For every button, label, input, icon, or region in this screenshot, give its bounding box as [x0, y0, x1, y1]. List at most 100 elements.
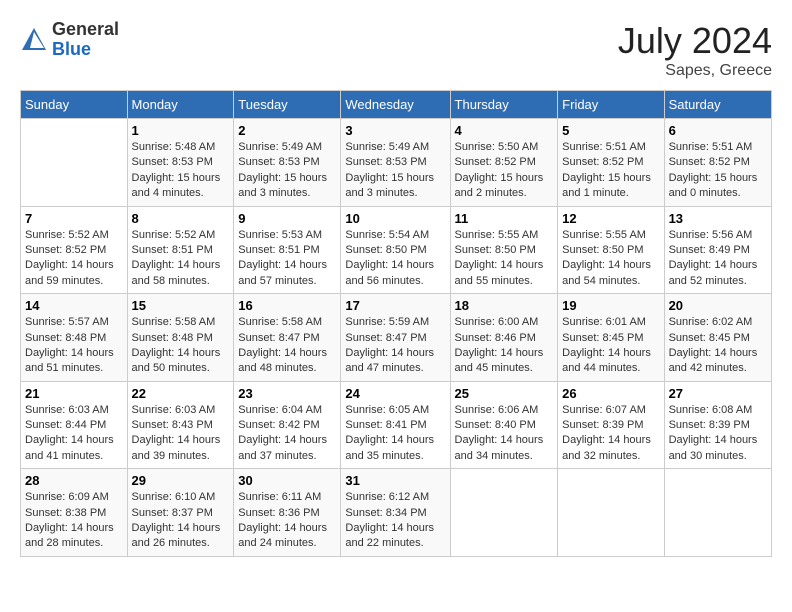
- calendar-cell: [450, 469, 558, 557]
- day-info: Sunrise: 6:08 AM Sunset: 8:39 PM Dayligh…: [669, 403, 767, 465]
- day-number: 31: [345, 473, 445, 488]
- day-info: Sunrise: 6:00 AM Sunset: 8:46 PM Dayligh…: [455, 315, 554, 377]
- daylight: Daylight: 15 hours and 3 minutes.: [345, 172, 434, 199]
- day-number: 8: [132, 211, 230, 226]
- day-info: Sunrise: 5:50 AM Sunset: 8:52 PM Dayligh…: [455, 140, 554, 202]
- sunrise: Sunrise: 5:51 AM: [562, 141, 646, 153]
- sunset: Sunset: 8:52 PM: [669, 156, 750, 168]
- day-info: Sunrise: 5:52 AM Sunset: 8:52 PM Dayligh…: [25, 228, 123, 290]
- day-number: 13: [669, 211, 767, 226]
- sunset: Sunset: 8:50 PM: [562, 244, 643, 256]
- daylight: Daylight: 15 hours and 1 minute.: [562, 172, 651, 199]
- sunset: Sunset: 8:48 PM: [132, 332, 213, 344]
- sunrise: Sunrise: 6:09 AM: [25, 491, 109, 503]
- day-info: Sunrise: 5:53 AM Sunset: 8:51 PM Dayligh…: [238, 228, 336, 290]
- day-info: Sunrise: 5:51 AM Sunset: 8:52 PM Dayligh…: [562, 140, 659, 202]
- day-number: 17: [345, 298, 445, 313]
- page-header: General Blue July 2024 Sapes, Greece: [20, 20, 772, 80]
- daylight: Daylight: 14 hours and 55 minutes.: [455, 259, 544, 286]
- calendar-cell: 8 Sunrise: 5:52 AM Sunset: 8:51 PM Dayli…: [127, 206, 234, 294]
- calendar-cell: 12 Sunrise: 5:55 AM Sunset: 8:50 PM Dayl…: [558, 206, 664, 294]
- day-info: Sunrise: 6:05 AM Sunset: 8:41 PM Dayligh…: [345, 403, 445, 465]
- calendar-cell: 22 Sunrise: 6:03 AM Sunset: 8:43 PM Dayl…: [127, 381, 234, 469]
- sunset: Sunset: 8:38 PM: [25, 507, 106, 519]
- daylight: Daylight: 14 hours and 48 minutes.: [238, 347, 327, 374]
- sunrise: Sunrise: 6:04 AM: [238, 404, 322, 416]
- sunrise: Sunrise: 5:58 AM: [132, 316, 216, 328]
- calendar-cell: 29 Sunrise: 6:10 AM Sunset: 8:37 PM Dayl…: [127, 469, 234, 557]
- sunrise: Sunrise: 5:57 AM: [25, 316, 109, 328]
- header-row: SundayMondayTuesdayWednesdayThursdayFrid…: [21, 91, 772, 119]
- day-number: 27: [669, 386, 767, 401]
- calendar-cell: 7 Sunrise: 5:52 AM Sunset: 8:52 PM Dayli…: [21, 206, 128, 294]
- daylight: Daylight: 14 hours and 35 minutes.: [345, 434, 434, 461]
- day-number: 3: [345, 123, 445, 138]
- logo-icon: [20, 26, 48, 54]
- logo-blue: Blue: [52, 40, 119, 60]
- day-info: Sunrise: 5:49 AM Sunset: 8:53 PM Dayligh…: [345, 140, 445, 202]
- sunset: Sunset: 8:52 PM: [455, 156, 536, 168]
- calendar-cell: [664, 469, 771, 557]
- calendar-cell: 3 Sunrise: 5:49 AM Sunset: 8:53 PM Dayli…: [341, 119, 450, 207]
- sunset: Sunset: 8:49 PM: [669, 244, 750, 256]
- day-info: Sunrise: 5:51 AM Sunset: 8:52 PM Dayligh…: [669, 140, 767, 202]
- sunrise: Sunrise: 5:52 AM: [25, 229, 109, 241]
- calendar-cell: 2 Sunrise: 5:49 AM Sunset: 8:53 PM Dayli…: [234, 119, 341, 207]
- sunrise: Sunrise: 6:00 AM: [455, 316, 539, 328]
- calendar-cell: 26 Sunrise: 6:07 AM Sunset: 8:39 PM Dayl…: [558, 381, 664, 469]
- daylight: Daylight: 14 hours and 34 minutes.: [455, 434, 544, 461]
- sunrise: Sunrise: 5:54 AM: [345, 229, 429, 241]
- sunset: Sunset: 8:47 PM: [238, 332, 319, 344]
- week-row-3: 14 Sunrise: 5:57 AM Sunset: 8:48 PM Dayl…: [21, 294, 772, 382]
- day-number: 1: [132, 123, 230, 138]
- day-number: 19: [562, 298, 659, 313]
- sunrise: Sunrise: 6:03 AM: [25, 404, 109, 416]
- month-year: July 2024: [618, 20, 772, 62]
- daylight: Daylight: 14 hours and 52 minutes.: [669, 259, 758, 286]
- day-info: Sunrise: 6:01 AM Sunset: 8:45 PM Dayligh…: [562, 315, 659, 377]
- daylight: Daylight: 14 hours and 28 minutes.: [25, 522, 114, 549]
- sunrise: Sunrise: 5:49 AM: [238, 141, 322, 153]
- sunset: Sunset: 8:50 PM: [345, 244, 426, 256]
- calendar-cell: 19 Sunrise: 6:01 AM Sunset: 8:45 PM Dayl…: [558, 294, 664, 382]
- day-number: 15: [132, 298, 230, 313]
- daylight: Daylight: 15 hours and 4 minutes.: [132, 172, 221, 199]
- day-number: 26: [562, 386, 659, 401]
- day-number: 12: [562, 211, 659, 226]
- day-info: Sunrise: 6:03 AM Sunset: 8:43 PM Dayligh…: [132, 403, 230, 465]
- logo-general: General: [52, 20, 119, 40]
- daylight: Daylight: 14 hours and 44 minutes.: [562, 347, 651, 374]
- sunset: Sunset: 8:37 PM: [132, 507, 213, 519]
- day-number: 11: [455, 211, 554, 226]
- week-row-4: 21 Sunrise: 6:03 AM Sunset: 8:44 PM Dayl…: [21, 381, 772, 469]
- sunrise: Sunrise: 6:10 AM: [132, 491, 216, 503]
- sunrise: Sunrise: 5:55 AM: [455, 229, 539, 241]
- day-info: Sunrise: 5:58 AM Sunset: 8:48 PM Dayligh…: [132, 315, 230, 377]
- calendar-cell: 9 Sunrise: 5:53 AM Sunset: 8:51 PM Dayli…: [234, 206, 341, 294]
- daylight: Daylight: 14 hours and 58 minutes.: [132, 259, 221, 286]
- sunset: Sunset: 8:41 PM: [345, 419, 426, 431]
- daylight: Daylight: 14 hours and 56 minutes.: [345, 259, 434, 286]
- day-number: 10: [345, 211, 445, 226]
- sunset: Sunset: 8:39 PM: [562, 419, 643, 431]
- daylight: Daylight: 15 hours and 3 minutes.: [238, 172, 327, 199]
- sunset: Sunset: 8:34 PM: [345, 507, 426, 519]
- day-info: Sunrise: 5:49 AM Sunset: 8:53 PM Dayligh…: [238, 140, 336, 202]
- day-info: Sunrise: 6:12 AM Sunset: 8:34 PM Dayligh…: [345, 490, 445, 552]
- calendar-cell: 30 Sunrise: 6:11 AM Sunset: 8:36 PM Dayl…: [234, 469, 341, 557]
- daylight: Daylight: 14 hours and 26 minutes.: [132, 522, 221, 549]
- calendar-cell: 20 Sunrise: 6:02 AM Sunset: 8:45 PM Dayl…: [664, 294, 771, 382]
- day-number: 21: [25, 386, 123, 401]
- calendar-cell: 25 Sunrise: 6:06 AM Sunset: 8:40 PM Dayl…: [450, 381, 558, 469]
- location: Sapes, Greece: [618, 62, 772, 80]
- calendar-cell: 31 Sunrise: 6:12 AM Sunset: 8:34 PM Dayl…: [341, 469, 450, 557]
- day-info: Sunrise: 6:06 AM Sunset: 8:40 PM Dayligh…: [455, 403, 554, 465]
- day-number: 22: [132, 386, 230, 401]
- sunset: Sunset: 8:52 PM: [562, 156, 643, 168]
- daylight: Daylight: 14 hours and 24 minutes.: [238, 522, 327, 549]
- daylight: Daylight: 14 hours and 59 minutes.: [25, 259, 114, 286]
- daylight: Daylight: 15 hours and 0 minutes.: [669, 172, 758, 199]
- daylight: Daylight: 14 hours and 32 minutes.: [562, 434, 651, 461]
- calendar-cell: 18 Sunrise: 6:00 AM Sunset: 8:46 PM Dayl…: [450, 294, 558, 382]
- daylight: Daylight: 14 hours and 50 minutes.: [132, 347, 221, 374]
